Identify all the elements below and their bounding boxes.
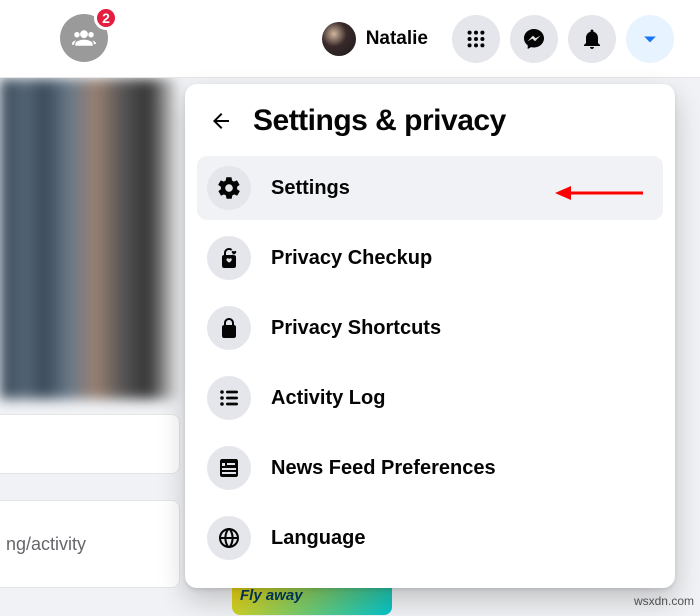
- menu-item-privacy-shortcuts[interactable]: Privacy Shortcuts: [197, 296, 663, 360]
- account-dropdown-button[interactable]: [626, 15, 674, 63]
- panel-title: Settings & privacy: [253, 104, 506, 138]
- menu-item-news-feed-preferences[interactable]: News Feed Preferences: [197, 436, 663, 500]
- back-button[interactable]: [207, 107, 235, 135]
- ad-line2: Fly away: [240, 588, 384, 605]
- feed-icon: [207, 446, 251, 490]
- sidebar-card-text: ng/activity: [6, 534, 86, 555]
- cover-image-blur: [0, 79, 175, 399]
- menu-label: Language: [271, 527, 365, 550]
- menu-label: Settings: [271, 177, 350, 200]
- top-header: 2 Natalie: [0, 0, 700, 78]
- menu-label: News Feed Preferences: [271, 457, 496, 480]
- sidebar-card-activity[interactable]: ng/activity: [0, 500, 180, 588]
- attribution-text: wsxdn.com: [634, 594, 694, 608]
- annotation-arrow-icon: [555, 184, 645, 202]
- bell-icon: [580, 27, 604, 51]
- gear-icon: [207, 166, 251, 210]
- messenger-icon: [522, 27, 546, 51]
- menu-button[interactable]: [452, 15, 500, 63]
- groups-button[interactable]: 2: [60, 14, 108, 62]
- panel-header: Settings & privacy: [197, 96, 663, 156]
- arrow-left-icon: [209, 109, 233, 133]
- sidebar-card: [0, 414, 180, 474]
- settings-privacy-panel: Settings & privacy Settings Privacy Chec…: [185, 84, 675, 588]
- menu-label: Activity Log: [271, 387, 385, 410]
- profile-name: Natalie: [366, 28, 428, 50]
- grid-icon: [465, 28, 487, 50]
- menu-item-language[interactable]: Language: [197, 506, 663, 570]
- menu-label: Privacy Checkup: [271, 247, 432, 270]
- globe-icon: [207, 516, 251, 560]
- menu-label: Privacy Shortcuts: [271, 317, 441, 340]
- lock-heart-icon: [207, 236, 251, 280]
- groups-icon: [71, 25, 97, 51]
- caret-down-icon: [640, 29, 660, 49]
- avatar: [322, 22, 356, 56]
- menu-item-activity-log[interactable]: Activity Log: [197, 366, 663, 430]
- menu-item-settings[interactable]: Settings: [197, 156, 663, 220]
- messenger-button[interactable]: [510, 15, 558, 63]
- notifications-button[interactable]: [568, 15, 616, 63]
- menu-item-privacy-checkup[interactable]: Privacy Checkup: [197, 226, 663, 290]
- header-right: Natalie: [316, 15, 674, 63]
- list-icon: [207, 376, 251, 420]
- lock-icon: [207, 306, 251, 350]
- notification-badge: 2: [94, 6, 118, 30]
- profile-chip[interactable]: Natalie: [316, 16, 442, 62]
